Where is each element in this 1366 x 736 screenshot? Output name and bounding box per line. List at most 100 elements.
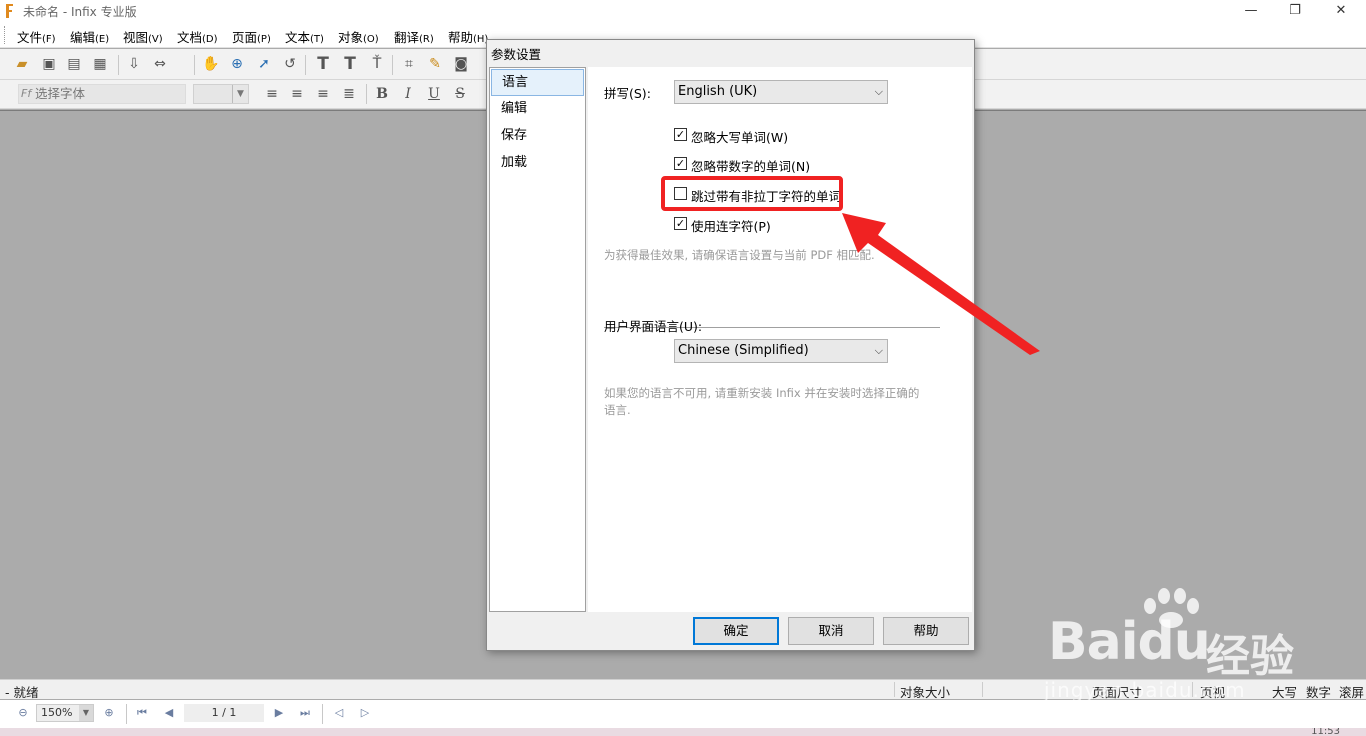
menu-file[interactable]: 文件(F) [17, 27, 56, 46]
toolbar-separator [118, 55, 119, 75]
text-edit-icon[interactable]: T [340, 54, 360, 74]
crop-icon[interactable]: ⌗ [399, 54, 419, 74]
ignore-numbers-label: 忽略带数字的单词(N) [691, 159, 811, 174]
menu-document[interactable]: 文档(D) [177, 27, 218, 46]
italic-icon[interactable]: I [398, 84, 418, 104]
align-left-icon[interactable]: ≡ [262, 84, 282, 104]
category-list: 语言 编辑 保存 加载 [489, 67, 586, 612]
status-view: 页视 [1200, 685, 1226, 700]
infix-app-icon [6, 4, 13, 18]
export-icon[interactable]: ⇔ [150, 54, 170, 74]
justify-icon[interactable]: ≣ [339, 84, 359, 104]
print-icon[interactable]: ▦ [90, 54, 110, 74]
next-page-icon[interactable]: ▶ [271, 705, 287, 721]
ignore-numbers-checkbox[interactable]: ✓ [674, 157, 687, 170]
nav-separator [322, 704, 323, 724]
category-editing[interactable]: 编辑 [491, 96, 584, 123]
menu-translate[interactable]: 翻译(R) [394, 27, 434, 46]
first-page-icon[interactable]: ⏮ [134, 705, 150, 721]
status-divider [1192, 682, 1193, 697]
status-ready: - 就绪 [5, 685, 39, 700]
hand-tool-icon[interactable]: ✋ [201, 54, 221, 74]
text-flow-icon[interactable]: Ť [367, 54, 387, 74]
status-divider [982, 682, 983, 697]
bold-icon[interactable]: B [372, 84, 392, 104]
spelling-language-value: English (UK) [678, 84, 758, 99]
toolbar-separator [392, 55, 393, 75]
zoom-in-icon[interactable]: ⊕ [101, 705, 117, 721]
menu-object[interactable]: 对象(O) [338, 27, 379, 46]
help-button[interactable]: 帮助 [883, 617, 969, 645]
status-divider [894, 682, 895, 697]
taskbar-strip [0, 728, 1366, 736]
import-icon[interactable]: ⇩ [124, 54, 144, 74]
category-saving[interactable]: 保存 [491, 123, 584, 150]
status-num: 数字 [1306, 685, 1332, 700]
ui-language-label: 用户界面语言(U): [604, 319, 703, 334]
font-placeholder: 选择字体 [35, 86, 86, 101]
font-icon: Ff [21, 87, 32, 100]
status-caps: 大写 [1272, 685, 1298, 700]
menu-text[interactable]: 文本(T) [285, 27, 324, 46]
status-bar: - 就绪 对象大小 页面尺寸 页视 大写 数字 滚屏 [0, 679, 1366, 700]
dialog-title: 参数设置 [491, 47, 542, 62]
forward-icon[interactable]: ▷ [357, 705, 373, 721]
underline-icon[interactable]: U [424, 84, 444, 104]
toolbar-separator [366, 84, 367, 104]
nav-separator [126, 704, 127, 724]
chevron-down-icon: ▼ [79, 705, 93, 721]
toolbar-separator [305, 55, 306, 75]
zoom-out-icon[interactable]: ⊖ [15, 705, 31, 721]
save-as-icon[interactable]: ▤ [64, 54, 84, 74]
previous-page-icon[interactable]: ◀ [161, 705, 177, 721]
status-object-size: 对象大小 [900, 685, 951, 700]
font-size-select[interactable]: ▼ [193, 84, 249, 104]
text-tool-icon[interactable]: T [313, 54, 333, 74]
menu-grip [4, 26, 7, 44]
ignore-uppercase-checkbox[interactable]: ✓ [674, 128, 687, 141]
zoom-icon[interactable]: ⊕ [227, 54, 247, 74]
menu-help[interactable]: 帮助(H) [448, 27, 488, 46]
status-scroll: 滚屏 [1339, 685, 1365, 700]
zoom-value: 150% [41, 706, 73, 719]
page-number-field[interactable]: 1 / 1 [184, 704, 264, 722]
minimize-button[interactable]: — [1228, 0, 1274, 22]
status-page-size: 页面尺寸 [1092, 685, 1143, 700]
close-button[interactable]: ✕ [1318, 0, 1364, 22]
camera-icon[interactable]: ◙ [451, 54, 471, 74]
ui-language-hint-line2: 语言. [604, 403, 631, 417]
rotate-icon[interactable]: ↺ [280, 54, 300, 74]
cancel-button[interactable]: 取消 [788, 617, 874, 645]
use-hyphenation-checkbox[interactable]: ✓ [674, 217, 687, 230]
menu-edit[interactable]: 编辑(E) [70, 27, 109, 46]
align-right-icon[interactable]: ≡ [313, 84, 333, 104]
spelling-language-select[interactable]: English (UK) ⌵ [674, 80, 888, 104]
open-folder-icon[interactable]: ▰ [12, 54, 32, 74]
annotation-highlight-box [661, 176, 843, 211]
save-icon[interactable]: ▣ [39, 54, 59, 74]
ok-button[interactable]: 确定 [693, 617, 779, 645]
spelling-hint: 为获得最佳效果, 请确保语言设置与当前 PDF 相匹配. [604, 248, 875, 262]
menu-view[interactable]: 视图(V) [123, 27, 163, 46]
zoom-select[interactable]: 150% ▼ [36, 704, 94, 722]
last-page-icon[interactable]: ⏭ [297, 705, 313, 721]
ui-language-value: Chinese (Simplified) [678, 343, 809, 358]
menu-page[interactable]: 页面(P) [232, 27, 271, 46]
strikethrough-icon[interactable]: S [450, 84, 470, 104]
link-icon[interactable]: ✎ [425, 54, 445, 74]
title-bar: 未命名 - Infix 专业版 — ❐ ✕ [0, 0, 1366, 22]
category-language[interactable]: 语言 [491, 69, 584, 96]
back-icon[interactable]: ◁ [331, 705, 347, 721]
restore-button[interactable]: ❐ [1272, 0, 1318, 22]
select-arrow-icon[interactable]: ➚ [254, 54, 274, 74]
category-loading[interactable]: 加载 [491, 150, 584, 177]
ignore-uppercase-label: 忽略大写单词(W) [691, 130, 789, 145]
chevron-down-icon: ⌵ [874, 85, 883, 98]
chevron-down-icon: ▼ [232, 85, 248, 103]
use-hyphenation-label: 使用连字符(P) [691, 219, 771, 234]
toolbar-separator [194, 55, 195, 75]
taskbar-clock: 11:53 [1311, 728, 1340, 736]
align-center-icon[interactable]: ≡ [287, 84, 307, 104]
window-title: 未命名 - Infix 专业版 [23, 5, 137, 19]
font-family-select[interactable]: Ff 选择字体 [18, 84, 186, 104]
